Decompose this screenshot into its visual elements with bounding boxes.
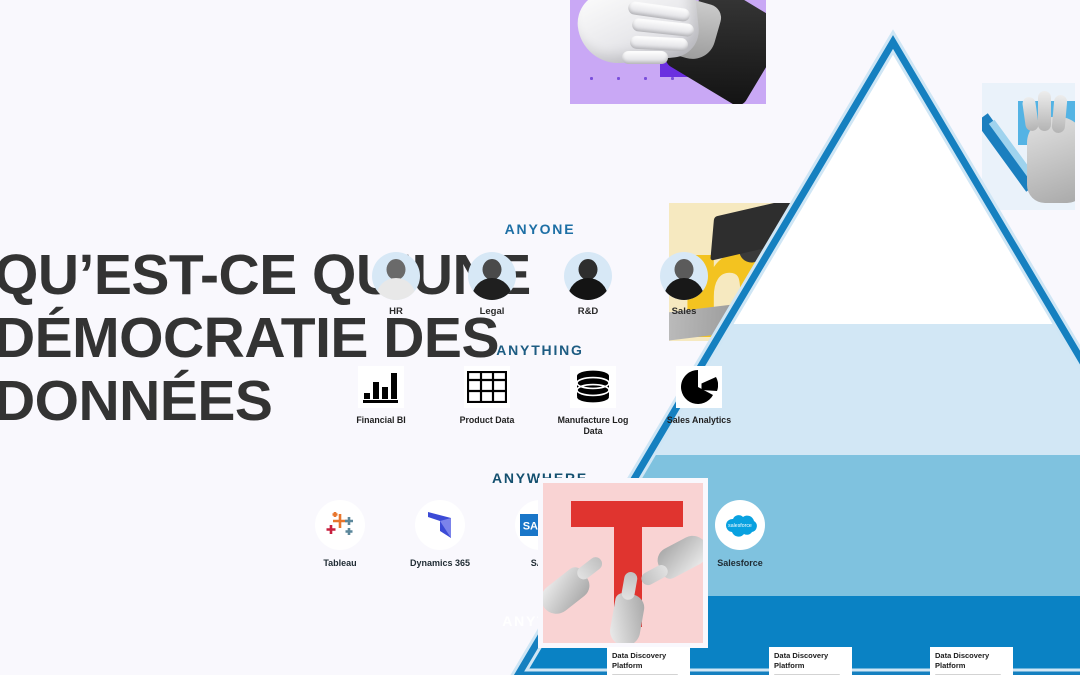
open-hand-collage-icon [977, 78, 1080, 215]
tier-items-anything: Financial BI Product Data Manufacture Lo… [0, 366, 1080, 437]
salesforce-logo-icon: salesforce [715, 500, 765, 550]
slide-canvas: QU’EST-CE QU’UNE DÉMOCRATIE DES DONNÉES … [0, 0, 1080, 675]
avatar-person-icon [468, 252, 516, 300]
data-asset-label: Sales Analytics [666, 415, 732, 425]
tier-label-anyone: ANYONE [504, 221, 576, 237]
robot-handshake-collage-icon [565, 0, 771, 109]
persona-label: Legal [479, 306, 505, 317]
avatar-person-icon [660, 252, 708, 300]
persona-legal[interactable]: Legal [462, 252, 522, 317]
data-asset-sales-analytics[interactable]: Sales Analytics [662, 366, 736, 426]
card-title: Data Discovery Platform [612, 651, 667, 670]
dynamics365-logo-icon [415, 500, 465, 550]
source-tableau[interactable]: Tableau [301, 500, 379, 568]
pointing-fingers-collage-icon [538, 478, 708, 648]
bar-chart-icon [358, 366, 404, 408]
persona-rd[interactable]: R&D [558, 252, 618, 317]
source-label: Dynamics 365 [409, 558, 471, 568]
data-asset-label: Product Data [459, 415, 515, 425]
database-icon [570, 366, 616, 408]
source-dynamics365[interactable]: Dynamics 365 [401, 500, 479, 568]
pointing-hand-shape [543, 564, 595, 620]
persona-hr[interactable]: HR [366, 252, 426, 317]
source-label: Salesforce [717, 558, 763, 568]
table-grid-icon [464, 366, 510, 408]
pie-chart-icon [676, 366, 722, 408]
data-asset-manufacture-log[interactable]: Manufacture Log Data [556, 366, 630, 437]
persona-label: HR [389, 306, 403, 317]
svg-text:salesforce: salesforce [728, 523, 752, 529]
tier-label-anything: ANYTHING [496, 342, 584, 358]
robot-finger-shape [622, 51, 668, 64]
source-label: Tableau [323, 558, 357, 568]
card-title: Data Discovery Platform [935, 651, 990, 670]
tier-items-anyone: HR Legal R&D Sales [0, 252, 1080, 317]
data-discovery-platform-card[interactable]: Data Discovery Platform [769, 647, 852, 675]
persona-label: Sales [671, 306, 697, 317]
data-discovery-platform-card[interactable]: Data Discovery Platform [930, 647, 1013, 675]
data-asset-label: Financial BI [356, 415, 406, 425]
persona-label: R&D [577, 306, 599, 317]
data-discovery-platform-card[interactable]: Data Discovery Platform [607, 647, 690, 675]
card-title: Data Discovery Platform [774, 651, 829, 670]
source-salesforce[interactable]: salesforce Salesforce [701, 500, 779, 568]
finger-shape [1038, 91, 1051, 131]
data-asset-label: Manufacture Log Data [557, 415, 629, 436]
pointing-hand-shape [653, 530, 703, 582]
avatar-person-icon [564, 252, 612, 300]
data-asset-financial-bi[interactable]: Financial BI [344, 366, 418, 426]
avatar-person-icon [372, 252, 420, 300]
data-asset-product-data[interactable]: Product Data [450, 366, 524, 426]
persona-sales[interactable]: Sales [654, 252, 714, 317]
tableau-logo-icon [315, 500, 365, 550]
